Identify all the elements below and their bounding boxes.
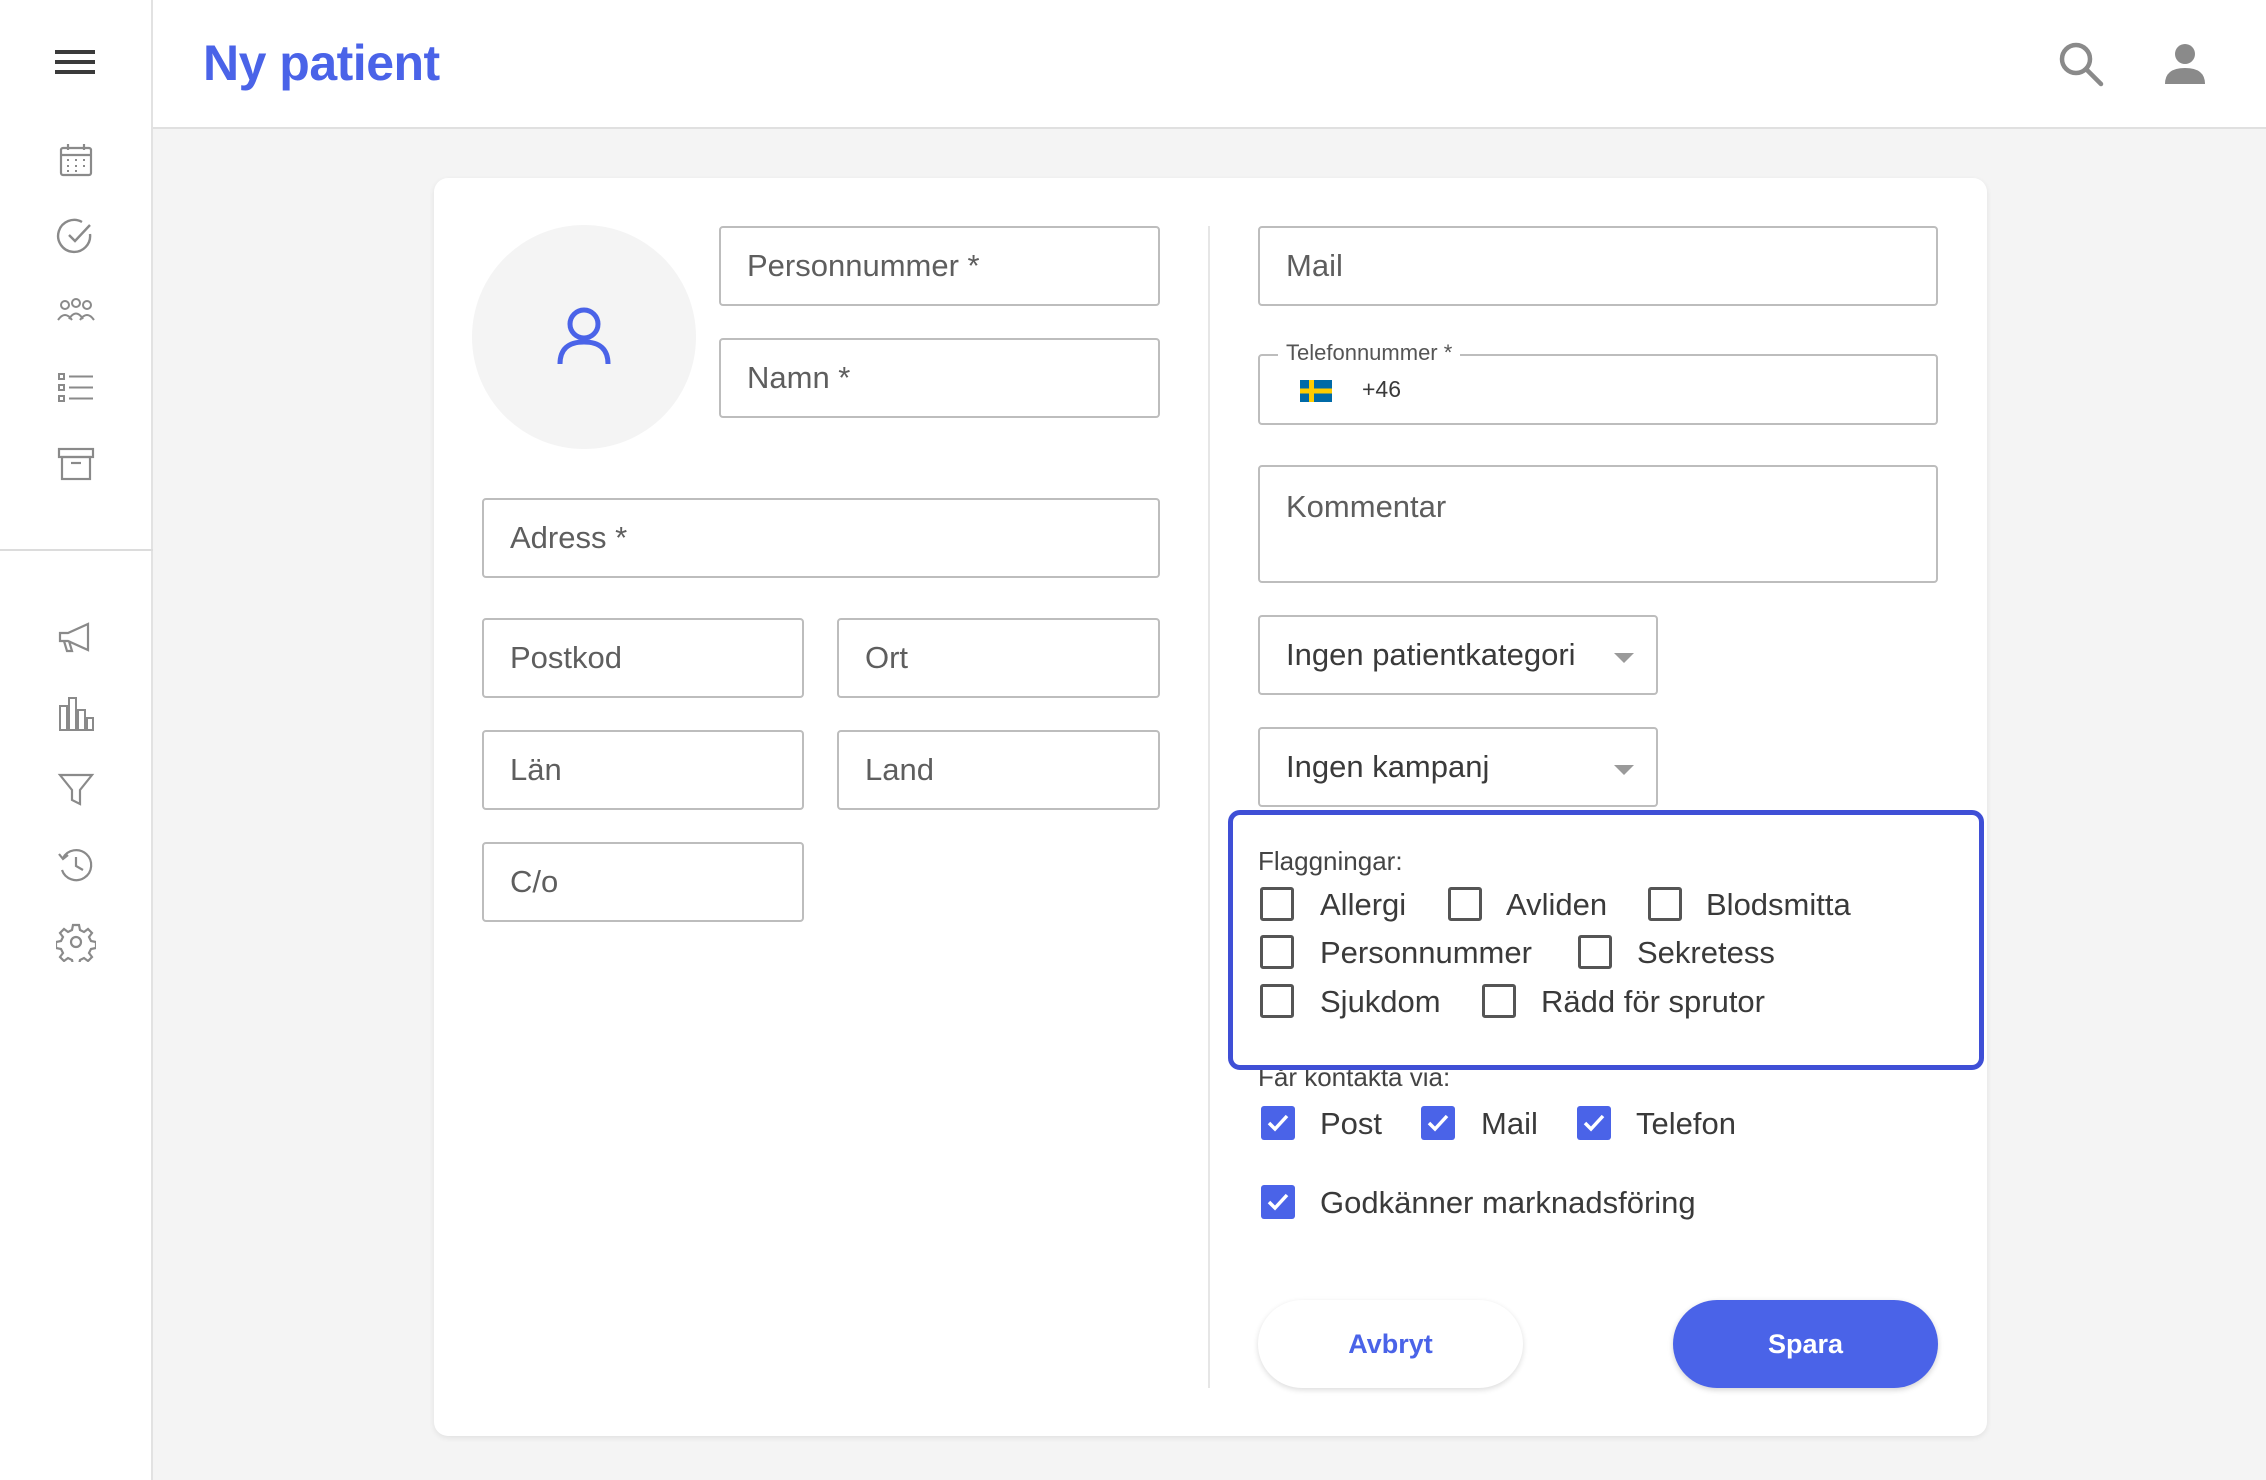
calendar-icon[interactable] bbox=[54, 138, 98, 182]
blodsmitta-label: Blodsmitta bbox=[1706, 887, 1851, 922]
phone-country-code: +46 bbox=[1362, 376, 1402, 402]
land-placeholder: Land bbox=[865, 752, 934, 787]
blodsmitta-checkbox[interactable] bbox=[1648, 887, 1682, 921]
patient-avatar[interactable] bbox=[472, 225, 696, 449]
personnummer-placeholder: Personnummer * bbox=[747, 248, 980, 283]
adress-placeholder: Adress * bbox=[510, 520, 628, 555]
sjukdom-label: Sjukdom bbox=[1320, 984, 1441, 1019]
settings-gear-icon[interactable] bbox=[54, 920, 98, 964]
sekretess-checkbox[interactable] bbox=[1578, 935, 1612, 969]
patientkategori-value: Ingen patientkategori bbox=[1286, 637, 1576, 672]
marketing-consent-checkbox[interactable] bbox=[1261, 1185, 1295, 1219]
history-icon[interactable] bbox=[54, 844, 98, 888]
top-header: Ny patient bbox=[153, 0, 2266, 129]
contact-telefon-checkbox[interactable] bbox=[1577, 1106, 1611, 1140]
flags-section-label: Flaggningar: bbox=[1258, 846, 1403, 876]
checkmark-icon bbox=[1427, 1114, 1449, 1132]
sjukdom-checkbox[interactable] bbox=[1260, 984, 1294, 1018]
hamburger-menu-icon[interactable] bbox=[55, 44, 95, 80]
co-input[interactable]: C/o bbox=[482, 842, 804, 922]
contact-telefon-label: Telefon bbox=[1636, 1106, 1736, 1141]
save-button[interactable]: Spara bbox=[1673, 1300, 1938, 1388]
patients-group-icon[interactable] bbox=[54, 290, 98, 334]
radd-for-sprutor-checkbox[interactable] bbox=[1482, 984, 1516, 1018]
archive-icon[interactable] bbox=[54, 442, 98, 486]
radd-for-sprutor-label: Rädd för sprutor bbox=[1541, 984, 1765, 1019]
lan-placeholder: Län bbox=[510, 752, 562, 787]
page-title: Ny patient bbox=[203, 35, 440, 91]
allergi-checkbox[interactable] bbox=[1260, 887, 1294, 921]
contact-mail-label: Mail bbox=[1481, 1106, 1538, 1141]
adress-input[interactable]: Adress * bbox=[482, 498, 1160, 578]
user-account-icon[interactable] bbox=[2157, 36, 2213, 92]
kommentar-textarea[interactable]: Kommentar bbox=[1258, 465, 1938, 583]
kommentar-placeholder: Kommentar bbox=[1286, 489, 1447, 524]
telefonnummer-label: Telefonnummer * bbox=[1278, 340, 1461, 366]
checkmark-icon bbox=[1267, 1193, 1289, 1211]
check-circle-icon[interactable] bbox=[54, 214, 98, 258]
ort-placeholder: Ort bbox=[865, 640, 909, 675]
lan-input[interactable]: Län bbox=[482, 730, 804, 810]
allergi-label: Allergi bbox=[1320, 887, 1407, 922]
sidebar bbox=[0, 0, 153, 1480]
sekretess-label: Sekretess bbox=[1637, 935, 1775, 970]
list-icon[interactable] bbox=[54, 366, 98, 410]
sweden-flag-icon[interactable] bbox=[1300, 380, 1332, 402]
namn-placeholder: Namn * bbox=[747, 360, 851, 395]
patientkategori-select[interactable]: Ingen patientkategori bbox=[1258, 615, 1658, 695]
kampanj-value: Ingen kampanj bbox=[1286, 749, 1490, 784]
marketing-consent-label: Godkänner marknadsföring bbox=[1320, 1185, 1696, 1220]
co-placeholder: C/o bbox=[510, 864, 559, 899]
search-icon[interactable] bbox=[2053, 36, 2109, 92]
contact-post-checkbox[interactable] bbox=[1261, 1106, 1295, 1140]
personnummer-input[interactable]: Personnummer * bbox=[719, 226, 1160, 306]
person-icon bbox=[557, 307, 611, 365]
personnummer-flag-label: Personnummer bbox=[1320, 935, 1532, 970]
checkmark-icon bbox=[1583, 1114, 1605, 1132]
kampanj-select[interactable]: Ingen kampanj bbox=[1258, 727, 1658, 807]
contact-post-label: Post bbox=[1320, 1106, 1383, 1141]
avliden-label: Avliden bbox=[1506, 887, 1608, 922]
bar-chart-icon[interactable] bbox=[54, 692, 98, 736]
megaphone-icon[interactable] bbox=[54, 616, 98, 660]
checkmark-icon bbox=[1267, 1114, 1289, 1132]
contact-mail-checkbox[interactable] bbox=[1421, 1106, 1455, 1140]
avliden-checkbox[interactable] bbox=[1448, 887, 1482, 921]
ort-input[interactable]: Ort bbox=[837, 618, 1160, 698]
filter-icon[interactable] bbox=[54, 768, 98, 812]
mail-input[interactable]: Mail bbox=[1258, 226, 1938, 306]
land-input[interactable]: Land bbox=[837, 730, 1160, 810]
personnummer-flag-checkbox[interactable] bbox=[1260, 935, 1294, 969]
chevron-down-icon bbox=[1614, 653, 1634, 663]
form-column-divider bbox=[1208, 226, 1210, 1388]
chevron-down-icon bbox=[1614, 765, 1634, 775]
postkod-placeholder: Postkod bbox=[510, 640, 623, 675]
cancel-button[interactable]: Avbryt bbox=[1258, 1300, 1523, 1388]
postkod-input[interactable]: Postkod bbox=[482, 618, 804, 698]
mail-placeholder: Mail bbox=[1286, 248, 1343, 283]
sidebar-divider bbox=[0, 549, 153, 551]
namn-input[interactable]: Namn * bbox=[719, 338, 1160, 418]
